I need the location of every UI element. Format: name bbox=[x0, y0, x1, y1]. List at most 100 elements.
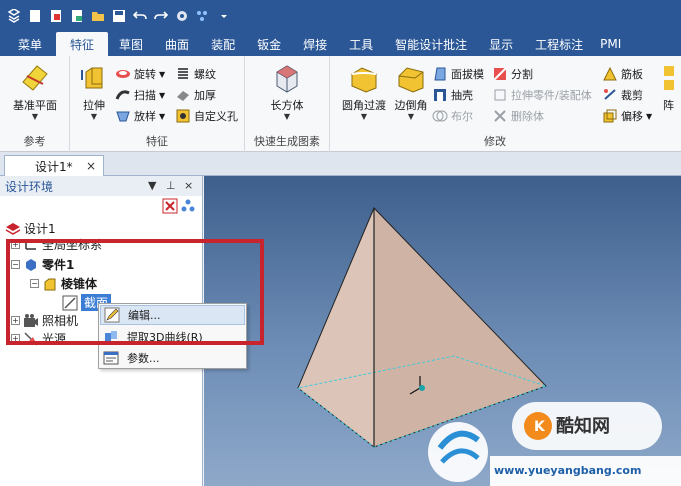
close-icon[interactable]: × bbox=[86, 159, 96, 173]
redo-icon[interactable] bbox=[153, 8, 169, 24]
trim-icon bbox=[604, 89, 616, 100]
box-icon bbox=[276, 65, 298, 93]
save-icon[interactable] bbox=[111, 8, 127, 24]
tree-node-pyramid[interactable]: − 棱锥体 bbox=[30, 275, 97, 292]
app-menu-icon[interactable] bbox=[6, 8, 22, 24]
custom-hole-button[interactable]: 自定义孔 bbox=[175, 106, 238, 126]
tree-node-camera[interactable]: + 照相机 bbox=[11, 312, 78, 329]
loft-button[interactable]: 放样 ▼ bbox=[115, 106, 165, 126]
fillet-button[interactable]: 圆角过渡 ▼ bbox=[334, 62, 394, 121]
chevron-down-icon: ▼ bbox=[407, 112, 415, 121]
open-icon[interactable] bbox=[69, 8, 85, 24]
datum-plane-icon bbox=[22, 65, 48, 91]
custom-hole-label: 自定义孔 bbox=[194, 110, 238, 123]
more-icon[interactable] bbox=[216, 8, 232, 24]
chevron-down-icon[interactable]: ▼ bbox=[148, 179, 156, 192]
offset-button[interactable]: 偏移 ▼ bbox=[602, 106, 652, 126]
collapse-icon[interactable]: − bbox=[11, 260, 20, 269]
close-icon[interactable]: × bbox=[184, 179, 193, 192]
fillet-icon bbox=[351, 67, 377, 93]
rib-icon bbox=[603, 66, 617, 81]
group-quick-shapes: 长方体 ▼ 快速生成图素 bbox=[245, 56, 330, 152]
delete-body-button[interactable]: 删除体 bbox=[492, 106, 544, 126]
tree-label-part: 零件1 bbox=[42, 258, 75, 272]
undo-icon[interactable] bbox=[132, 8, 148, 24]
thicken-button[interactable]: 加厚 bbox=[175, 85, 216, 105]
offset-icon bbox=[603, 109, 617, 123]
tab-feature[interactable]: 特征 bbox=[56, 32, 109, 56]
expand-icon[interactable]: + bbox=[11, 334, 20, 343]
chevron-down-icon: ▼ bbox=[283, 112, 291, 121]
split-label: 分割 bbox=[511, 68, 533, 81]
expand-icon[interactable]: + bbox=[11, 239, 20, 249]
extrude-to-part-button[interactable]: 拉伸零件/装配体 bbox=[492, 85, 592, 105]
rib-button[interactable]: 筋板 bbox=[602, 64, 643, 84]
shell-button[interactable]: 抽壳 bbox=[432, 85, 473, 105]
light-source-icon bbox=[24, 331, 38, 346]
parameters-icon bbox=[103, 351, 119, 365]
split-button[interactable]: 分割 bbox=[492, 64, 533, 84]
panel-title: 设计环境 bbox=[5, 179, 54, 194]
document-tab[interactable]: 设计1* × bbox=[4, 155, 104, 176]
thread-label: 螺纹 bbox=[194, 68, 216, 81]
tab-welding[interactable]: 焊接 bbox=[292, 32, 338, 56]
trim-button[interactable]: 裁剪 bbox=[602, 85, 643, 105]
tab-engineering-annotation[interactable]: 工程标注 bbox=[524, 32, 594, 56]
tab-tools[interactable]: 工具 bbox=[338, 32, 384, 56]
new-icon[interactable] bbox=[27, 8, 43, 24]
tab-sheet-metal[interactable]: 钣金 bbox=[246, 32, 292, 56]
boolean-icon bbox=[432, 110, 448, 122]
collapse-icon[interactable]: − bbox=[30, 279, 39, 288]
document-tab-row: 设计1* × bbox=[0, 152, 681, 176]
array-button[interactable]: 阵 bbox=[663, 62, 681, 113]
tab-smart-annotation[interactable]: 智能设计批注 bbox=[384, 32, 478, 56]
box-button[interactable]: 长方体 ▼ bbox=[261, 62, 313, 121]
tab-pmi[interactable]: PMI bbox=[594, 32, 627, 56]
boolean-label: 布尔 bbox=[451, 110, 473, 123]
display-icon[interactable] bbox=[195, 8, 211, 24]
display-icon[interactable] bbox=[180, 198, 196, 214]
folder-icon[interactable] bbox=[90, 8, 106, 24]
pin-icon[interactable]: ⊥ bbox=[166, 179, 176, 192]
datum-plane-button[interactable]: 基准平面 ▼ bbox=[9, 62, 61, 121]
sweep-icon bbox=[115, 90, 130, 100]
delete-icon[interactable] bbox=[162, 198, 178, 214]
watermark: K 酷知网 www.yueyangbang.com bbox=[410, 400, 681, 486]
extrude-icon bbox=[81, 67, 103, 89]
extrude-to-part-icon bbox=[494, 89, 506, 101]
new-from-template-icon[interactable] bbox=[48, 8, 64, 24]
tree-node-part[interactable]: − 零件1 bbox=[11, 256, 74, 273]
extrude-to-part-label: 拉伸零件/装配体 bbox=[511, 89, 592, 102]
tree-label-camera: 照相机 bbox=[42, 314, 79, 328]
extrude-button[interactable]: 拉伸 ▼ bbox=[68, 62, 120, 121]
gear-icon[interactable] bbox=[174, 8, 190, 24]
context-menu-parameters[interactable]: 参数... bbox=[100, 348, 245, 368]
context-menu-parameters-label: 参数... bbox=[127, 352, 160, 365]
ribbon: 基准平面 ▼ 参考 拉伸 ▼ 旋转 ▼ 扫描 ▼ 放样 ▼ 螺纹 加厚 自定义孔… bbox=[0, 56, 681, 152]
context-menu-edit[interactable]: 编辑... bbox=[100, 305, 245, 325]
loft-icon bbox=[116, 111, 130, 122]
tree-node-global-cs[interactable]: + 全局坐标系 bbox=[11, 238, 102, 250]
tab-display[interactable]: 显示 bbox=[478, 32, 524, 56]
tab-sketch[interactable]: 草图 bbox=[108, 32, 154, 56]
tab-surface[interactable]: 曲面 bbox=[154, 32, 200, 56]
tree-label-pyramid: 棱锥体 bbox=[61, 277, 98, 291]
tree-node-design[interactable]: 设计1 bbox=[5, 220, 56, 237]
boolean-button[interactable]: 布尔 bbox=[432, 106, 473, 126]
group-reference: 基准平面 ▼ 参考 bbox=[0, 56, 70, 152]
thread-button[interactable]: 螺纹 bbox=[175, 64, 216, 84]
tab-menu[interactable]: 菜单 bbox=[0, 32, 56, 56]
group-modify: 圆角过渡 ▼ 边倒角 ▼ 面拔模 抽壳 布尔 分割 拉伸零件/装配体 删除体 筋… bbox=[330, 56, 660, 152]
expand-icon[interactable]: + bbox=[11, 316, 20, 325]
chamfer-button[interactable]: 边倒角 ▼ bbox=[388, 62, 434, 121]
tree-node-light[interactable]: + 光源 bbox=[11, 330, 66, 347]
svg-text:K: K bbox=[534, 419, 546, 435]
box-label: 长方体 bbox=[270, 99, 304, 112]
context-menu-extract-curve[interactable]: 提取3D曲线(R) bbox=[100, 327, 245, 347]
quick-access-toolbar bbox=[0, 0, 681, 32]
fillet-label: 圆角过渡 bbox=[342, 99, 386, 112]
revolve-button[interactable]: 旋转 ▼ bbox=[115, 64, 165, 84]
tab-assembly[interactable]: 装配 bbox=[200, 32, 246, 56]
draft-button[interactable]: 面拔模 bbox=[432, 64, 484, 84]
sweep-button[interactable]: 扫描 ▼ bbox=[115, 85, 165, 105]
